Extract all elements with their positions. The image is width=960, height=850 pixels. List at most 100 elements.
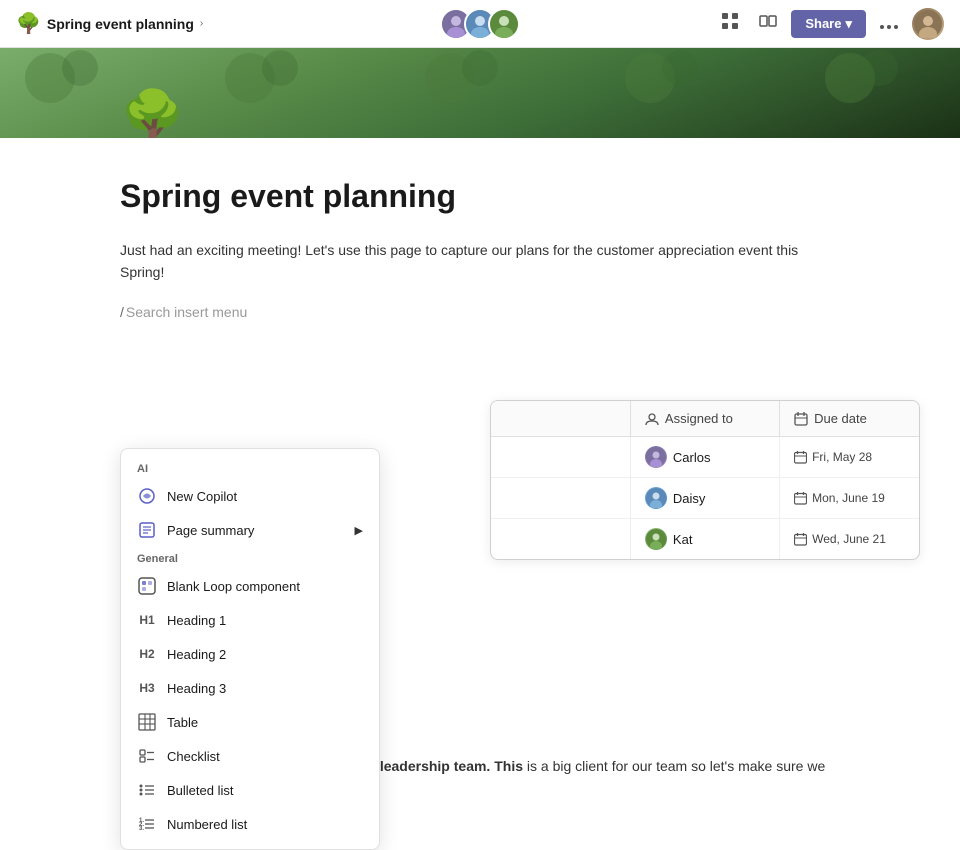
avatar-3-image <box>490 10 518 38</box>
cursor-icon: / <box>120 304 124 320</box>
menu-item-label: Table <box>167 715 198 730</box>
daisy-avatar <box>646 488 666 508</box>
menu-item-checklist[interactable]: Checklist <box>121 739 379 773</box>
reader-icon <box>759 12 777 30</box>
apps-button[interactable] <box>715 8 745 39</box>
collaborator-avatars <box>440 8 520 40</box>
user-avatar[interactable] <box>912 8 944 40</box>
page-description: Just had an exciting meeting! Let's use … <box>120 239 840 284</box>
nav-left: 🌳 Spring event planning › <box>16 11 440 36</box>
bullet-list-icon <box>137 780 157 800</box>
calendar-small-icon <box>794 533 807 546</box>
menu-item-label: Heading 1 <box>167 613 226 628</box>
menu-item-label: Heading 3 <box>167 681 226 696</box>
menu-item-heading2[interactable]: H2 Heading 2 <box>121 637 379 671</box>
nav-center <box>440 8 520 40</box>
calendar-small-icon <box>794 451 807 464</box>
due-date-1: Fri, May 28 <box>794 450 872 464</box>
hero-banner: 🌳 <box>0 48 960 138</box>
menu-item-new-copilot[interactable]: New Copilot <box>121 479 379 513</box>
menu-item-label: Bulleted list <box>167 783 233 798</box>
assigned-name-1: Carlos <box>673 450 711 465</box>
menu-item-label: Blank Loop component <box>167 579 300 594</box>
table-col-assigned: Assigned to <box>631 401 780 436</box>
chevron-down-icon: › <box>200 18 203 29</box>
menu-item-blank-loop[interactable]: Blank Loop component <box>121 569 379 603</box>
share-chevron-icon: ▾ <box>845 16 852 32</box>
cell-due-3[interactable]: Wed, June 21 <box>780 519 919 559</box>
cell-assigned-1[interactable]: Carlos <box>631 437 780 477</box>
assigned-name-2: Daisy <box>673 491 706 506</box>
table-col-task <box>491 401 631 436</box>
summary-icon <box>137 520 157 540</box>
loop-icon <box>137 576 157 596</box>
cell-due-1[interactable]: Fri, May 28 <box>780 437 919 477</box>
calendar-icon <box>794 412 808 426</box>
copilot-icon <box>137 486 157 506</box>
numbered-list-icon: 1. 2. 3. <box>137 814 157 834</box>
assigned-avatar-2 <box>645 487 667 509</box>
cell-task-1[interactable] <box>491 437 631 477</box>
menu-item-label: Heading 2 <box>167 647 226 662</box>
hero-tree-icon: 🌳 <box>120 87 185 138</box>
arrow-right-icon: ▶ <box>355 524 363 537</box>
search-insert-placeholder: Search insert menu <box>126 304 247 320</box>
due-date-2: Mon, June 19 <box>794 491 885 505</box>
cell-assigned-3[interactable]: Kat <box>631 519 780 559</box>
more-options-button[interactable] <box>874 9 904 38</box>
page-heading: Spring event planning <box>120 178 840 215</box>
cell-assigned-2[interactable]: Daisy <box>631 478 780 518</box>
nav-right: Share ▾ <box>520 8 944 40</box>
table-row: Daisy Mon, June 19 <box>491 478 919 519</box>
h2-icon: H2 <box>137 644 157 664</box>
menu-section-ai: AI <box>121 457 379 479</box>
ellipsis-icon <box>880 25 898 29</box>
kat-avatar <box>646 529 666 549</box>
cell-task-3[interactable] <box>491 519 631 559</box>
person-icon <box>645 412 659 426</box>
menu-item-label: New Copilot <box>167 489 237 504</box>
search-insert-bar[interactable]: / Search insert menu <box>120 304 840 320</box>
assigned-avatar-1 <box>645 446 667 468</box>
grid-icon <box>721 12 739 30</box>
menu-item-heading3[interactable]: H3 Heading 3 <box>121 671 379 705</box>
table-row: Carlos Fri, May 28 <box>491 437 919 478</box>
col-assigned-label: Assigned to <box>665 411 733 426</box>
h3-icon: H3 <box>137 678 157 698</box>
table-icon <box>137 712 157 732</box>
assigned-name-3: Kat <box>673 532 693 547</box>
h1-icon: H1 <box>137 610 157 630</box>
menu-item-heading1[interactable]: H1 Heading 1 <box>121 603 379 637</box>
assigned-avatar-3 <box>645 528 667 550</box>
avatar-3[interactable] <box>488 8 520 40</box>
calendar-small-icon <box>794 492 807 505</box>
table-row: Kat Wed, June 21 <box>491 519 919 559</box>
menu-item-label: Page summary <box>167 523 254 538</box>
top-navigation: 🌳 Spring event planning › <box>0 0 960 48</box>
menu-item-bulleted-list[interactable]: Bulleted list <box>121 773 379 807</box>
due-date-3: Wed, June 21 <box>794 532 886 546</box>
svg-text:3.: 3. <box>139 826 144 832</box>
table-col-due: Due date <box>780 401 919 436</box>
insert-menu-dropdown: AI New Copilot Page summary ▶ <box>120 448 380 850</box>
page-content: Spring event planning Just had an exciti… <box>0 138 960 320</box>
user-avatar-image <box>914 10 942 38</box>
menu-section-general: General <box>121 547 379 569</box>
nav-page-title: Spring event planning <box>47 16 194 32</box>
immersive-reader-button[interactable] <box>753 8 783 39</box>
col-due-label: Due date <box>814 411 867 426</box>
cell-due-2[interactable]: Mon, June 19 <box>780 478 919 518</box>
carlos-avatar <box>646 447 666 467</box>
menu-item-table[interactable]: Table <box>121 705 379 739</box>
tree-icon: 🌳 <box>16 11 41 36</box>
share-label: Share <box>805 16 841 31</box>
table-header-row: Assigned to Due date <box>491 401 919 437</box>
checklist-icon <box>137 746 157 766</box>
task-table: Assigned to Due date Carlos <box>490 400 920 560</box>
share-button[interactable]: Share ▾ <box>791 10 866 38</box>
menu-item-label: Checklist <box>167 749 220 764</box>
menu-item-numbered-list[interactable]: 1. 2. 3. Numbered list <box>121 807 379 841</box>
menu-item-label: Numbered list <box>167 817 247 832</box>
menu-item-page-summary[interactable]: Page summary ▶ <box>121 513 379 547</box>
cell-task-2[interactable] <box>491 478 631 518</box>
